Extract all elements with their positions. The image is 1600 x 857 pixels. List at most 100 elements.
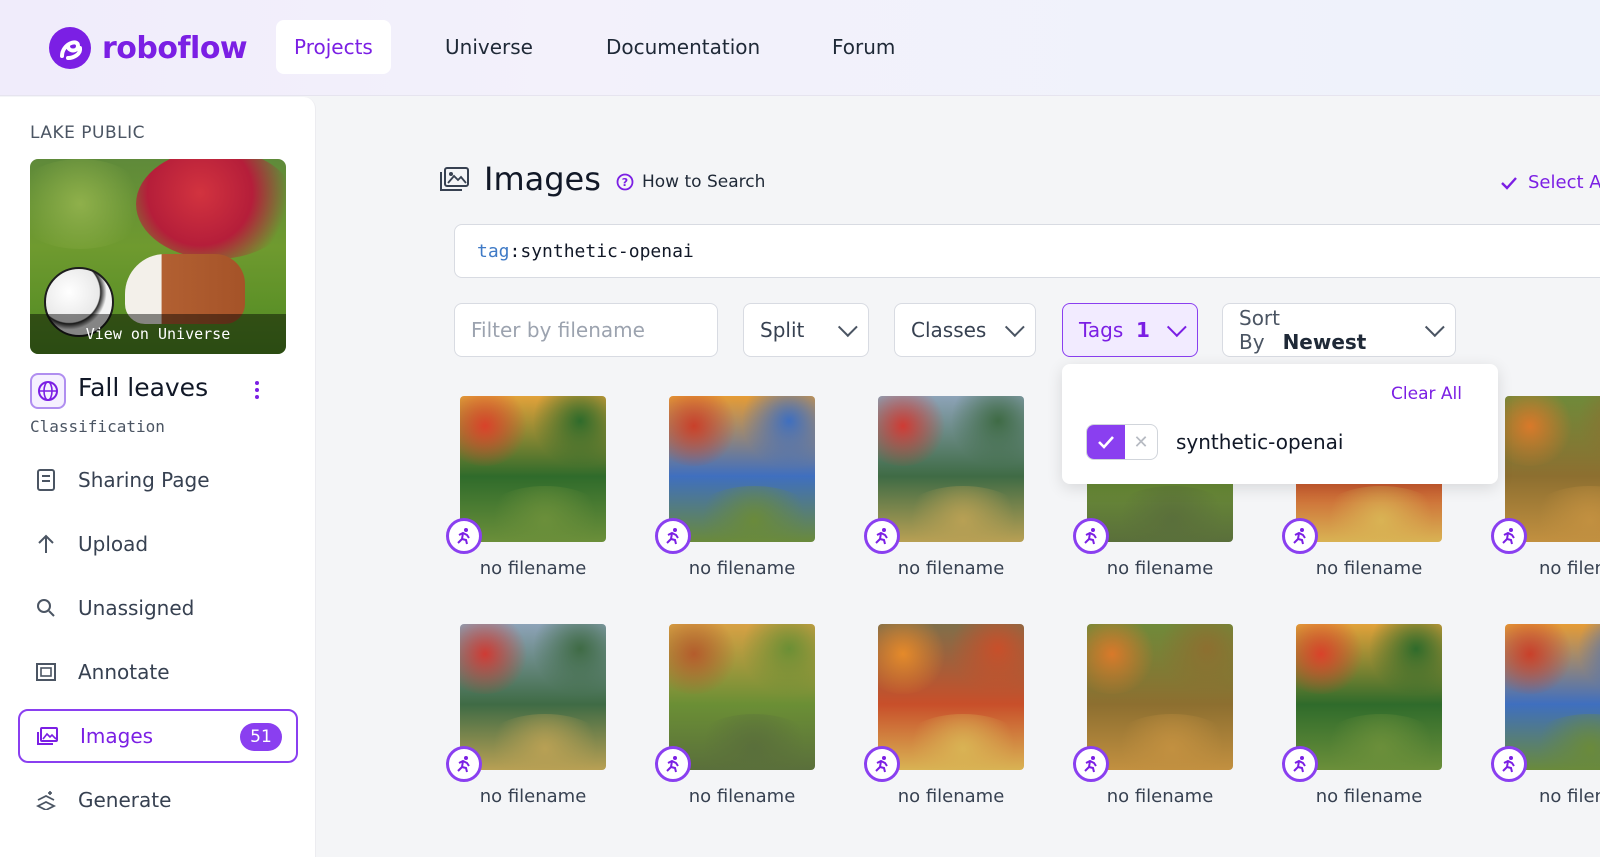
thumbnail-blob: [739, 624, 815, 694]
sidebar-item-annotate[interactable]: Annotate: [18, 645, 298, 699]
tag-exclude-icon[interactable]: ✕: [1125, 425, 1157, 459]
thumbnail-blob: [1505, 624, 1575, 694]
sort-by-dropdown[interactable]: Sort By Newest: [1222, 303, 1456, 357]
thumbnail-blob: [689, 714, 815, 770]
synthetic-runner-icon: [864, 746, 900, 782]
classes-label: Classes: [911, 318, 987, 342]
clear-all-button[interactable]: Clear All: [1391, 384, 1462, 404]
thumbnail-blob: [669, 396, 739, 466]
synthetic-runner-icon: [446, 746, 482, 782]
search-query-input[interactable]: tag: synthetic-openai: [454, 224, 1600, 278]
image-filename: no filename: [1106, 558, 1214, 579]
thumbnail-blob: [1296, 624, 1366, 694]
image-filename: no filename: [1106, 786, 1214, 807]
thumbnail-blob: [878, 396, 948, 466]
image-tile[interactable]: no filename: [1073, 624, 1233, 807]
chevron-down-icon: [837, 317, 858, 338]
tags-dropdown-panel: Clear All ✕ synthetic-openai: [1062, 364, 1498, 484]
thumbnail-blob: [1316, 486, 1442, 542]
thumbnail-blob: [480, 714, 606, 770]
sidebar-item-generate[interactable]: Generate: [18, 773, 298, 827]
search-value: synthetic-openai: [520, 240, 694, 262]
image-thumbnail[interactable]: [460, 624, 606, 770]
image-tile[interactable]: no filename: [1282, 624, 1442, 807]
image-thumbnail[interactable]: [1505, 624, 1600, 770]
image-tile[interactable]: no filename: [864, 396, 1024, 579]
thumbnail-blob: [1107, 714, 1233, 770]
page-title: Images: [440, 160, 601, 198]
thumbnail-foliage-green: [30, 159, 150, 249]
nav-documentation[interactable]: Documentation: [588, 20, 778, 74]
thumbnail-blob: [1575, 396, 1600, 466]
thumbnail-blob: [1316, 714, 1442, 770]
sidebar-item-images[interactable]: Images 51: [18, 709, 298, 763]
image-thumbnail[interactable]: [1296, 624, 1442, 770]
sidebar: LAKE PUBLIC View on Universe Fall leaves…: [0, 97, 316, 857]
tag-toggle[interactable]: ✕: [1086, 424, 1158, 460]
image-tile[interactable]: no filename: [864, 624, 1024, 807]
sidebar-item-label: Sharing Page: [78, 468, 210, 492]
image-thumbnail[interactable]: [669, 396, 815, 542]
image-tile[interactable]: no filename: [655, 624, 815, 807]
images-icon: [36, 724, 60, 748]
thumbnail-blob: [669, 624, 739, 694]
kebab-menu-icon[interactable]: [250, 375, 264, 405]
image-thumbnail[interactable]: [878, 396, 1024, 542]
image-filename: no filename: [1315, 558, 1423, 579]
image-thumbnail[interactable]: [669, 624, 815, 770]
select-all-button[interactable]: Select A: [1500, 172, 1600, 193]
thumbnail-blob: [460, 624, 530, 694]
project-thumbnail[interactable]: View on Universe: [30, 159, 286, 354]
images-count-badge: 51: [240, 723, 282, 751]
nav-projects[interactable]: Projects: [276, 20, 391, 74]
thumbnail-blob: [1525, 486, 1600, 542]
synthetic-runner-icon: [1282, 746, 1318, 782]
checkmark-icon: [1098, 436, 1114, 449]
select-all-label: Select A: [1528, 172, 1600, 193]
sidebar-item-label: Generate: [78, 788, 172, 812]
split-dropdown[interactable]: Split: [743, 303, 869, 357]
image-thumbnail[interactable]: [1505, 396, 1600, 542]
thumbnail-blob: [878, 624, 948, 694]
upload-arrow-icon: [34, 532, 58, 556]
brand-name: roboflow: [102, 30, 248, 66]
search-key: tag: [477, 240, 510, 262]
images-icon: [440, 167, 469, 191]
tags-label: Tags 1: [1079, 318, 1150, 342]
tags-count: 1: [1136, 318, 1150, 342]
synthetic-runner-icon: [1282, 518, 1318, 554]
synthetic-runner-icon: [1491, 746, 1527, 782]
synthetic-runner-icon: [655, 518, 691, 554]
how-to-search-link[interactable]: ? How to Search: [616, 172, 765, 192]
image-thumbnail[interactable]: [1087, 624, 1233, 770]
nav-universe[interactable]: Universe: [427, 20, 551, 74]
view-on-universe-link[interactable]: View on Universe: [30, 314, 286, 354]
sidebar-item-label: Unassigned: [78, 596, 195, 620]
roboflow-logo[interactable]: roboflow: [48, 26, 248, 70]
workspace-label: LAKE PUBLIC: [30, 123, 145, 143]
image-tile[interactable]: no filename: [446, 624, 606, 807]
filename-filter-input[interactable]: Filter by filename: [454, 303, 718, 357]
image-filename: no filename: [1315, 786, 1423, 807]
tag-include-checkbox[interactable]: [1087, 425, 1125, 459]
sidebar-item-upload[interactable]: Upload: [18, 517, 298, 571]
nav-forum[interactable]: Forum: [814, 20, 913, 74]
sidebar-item-unassigned[interactable]: Unassigned: [18, 581, 298, 635]
image-tile[interactable]: no filena: [1491, 624, 1600, 807]
image-tile[interactable]: no filename: [655, 396, 815, 579]
classes-dropdown[interactable]: Classes: [894, 303, 1036, 357]
image-thumbnail[interactable]: [460, 396, 606, 542]
image-tile[interactable]: no filena: [1491, 396, 1600, 579]
image-filename: no filename: [479, 558, 587, 579]
image-tile[interactable]: no filename: [446, 396, 606, 579]
sidebar-item-sharing-page[interactable]: Sharing Page: [18, 453, 298, 507]
image-filename: no filename: [688, 558, 796, 579]
chevron-down-icon: [1004, 317, 1025, 338]
synthetic-runner-icon: [655, 746, 691, 782]
image-filename: no filena: [1539, 558, 1600, 579]
top-navbar: roboflow Projects Universe Documentation…: [0, 0, 1600, 96]
image-filename: no filename: [897, 558, 1005, 579]
image-thumbnail[interactable]: [878, 624, 1024, 770]
thumbnail-blob: [1157, 624, 1233, 694]
tags-dropdown[interactable]: Tags 1: [1062, 303, 1198, 357]
